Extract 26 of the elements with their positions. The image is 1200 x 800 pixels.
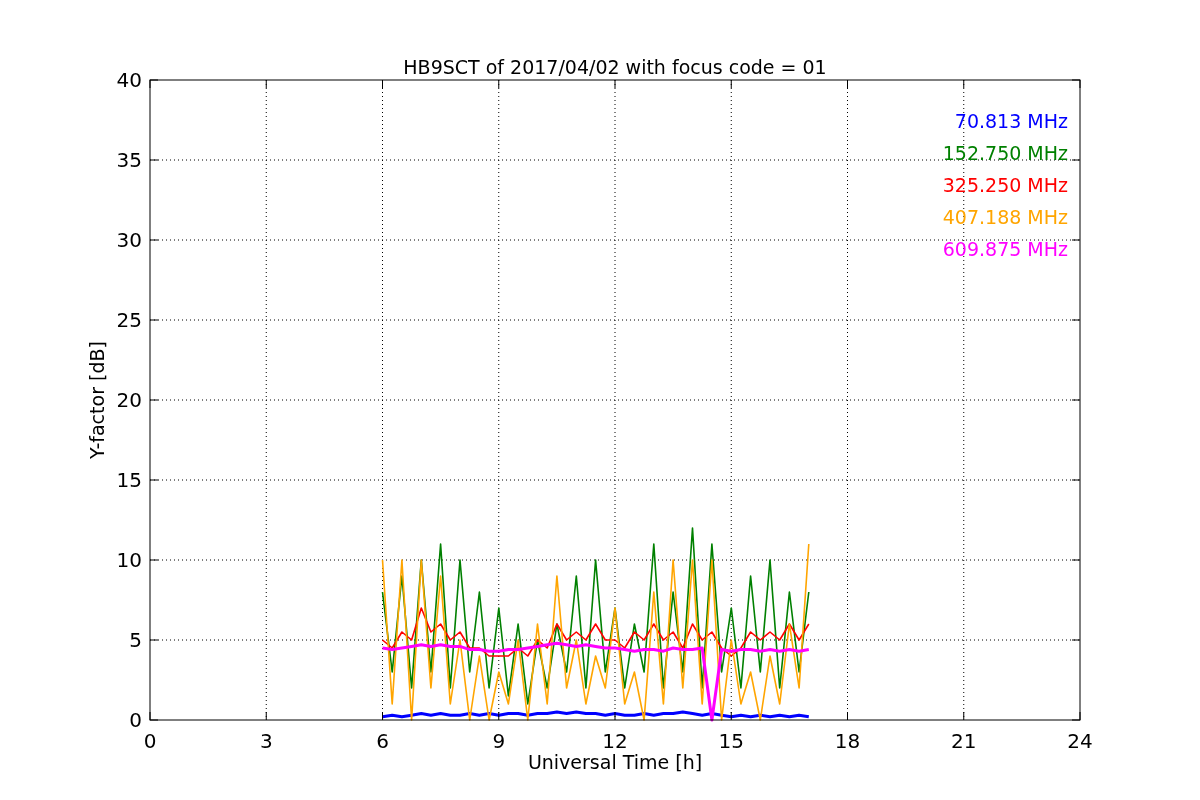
y-tick-label: 10 xyxy=(116,548,142,572)
y-tick-label: 0 xyxy=(129,708,142,732)
legend-label: 325.250 MHz xyxy=(942,174,1068,196)
y-tick-label: 40 xyxy=(116,68,142,92)
x-axis-label: Universal Time [h] xyxy=(527,751,703,773)
legend-label: 70.813 MHz xyxy=(954,110,1068,132)
y-tick-label: 20 xyxy=(116,388,142,412)
y-axis-label: Y-factor [dB] xyxy=(86,341,108,459)
x-tick-label: 12 xyxy=(602,729,628,753)
x-tick-label: 9 xyxy=(492,729,506,753)
legend-label: 407.188 MHz xyxy=(942,206,1068,228)
chart-title: HB9SCT of 2017/04/02 with focus code = 01 xyxy=(403,56,827,78)
x-tick-label: 6 xyxy=(376,729,389,753)
x-tick-label: 0 xyxy=(143,729,157,753)
y-tick-label: 25 xyxy=(116,308,142,332)
y-tick-label: 35 xyxy=(116,148,142,172)
legend-label: 152.750 MHz xyxy=(942,142,1068,164)
x-tick-label: 24 xyxy=(1067,729,1093,753)
x-tick-label: 15 xyxy=(718,729,744,753)
legend-label: 609.875 MHz xyxy=(942,238,1068,260)
y-tick-label: 15 xyxy=(116,468,142,492)
y-tick-label: 30 xyxy=(116,228,142,252)
x-tick-label: 18 xyxy=(834,729,861,753)
y-tick-label: 5 xyxy=(129,628,142,652)
x-tick-label: 3 xyxy=(259,729,273,753)
x-tick-label: 21 xyxy=(951,729,977,753)
